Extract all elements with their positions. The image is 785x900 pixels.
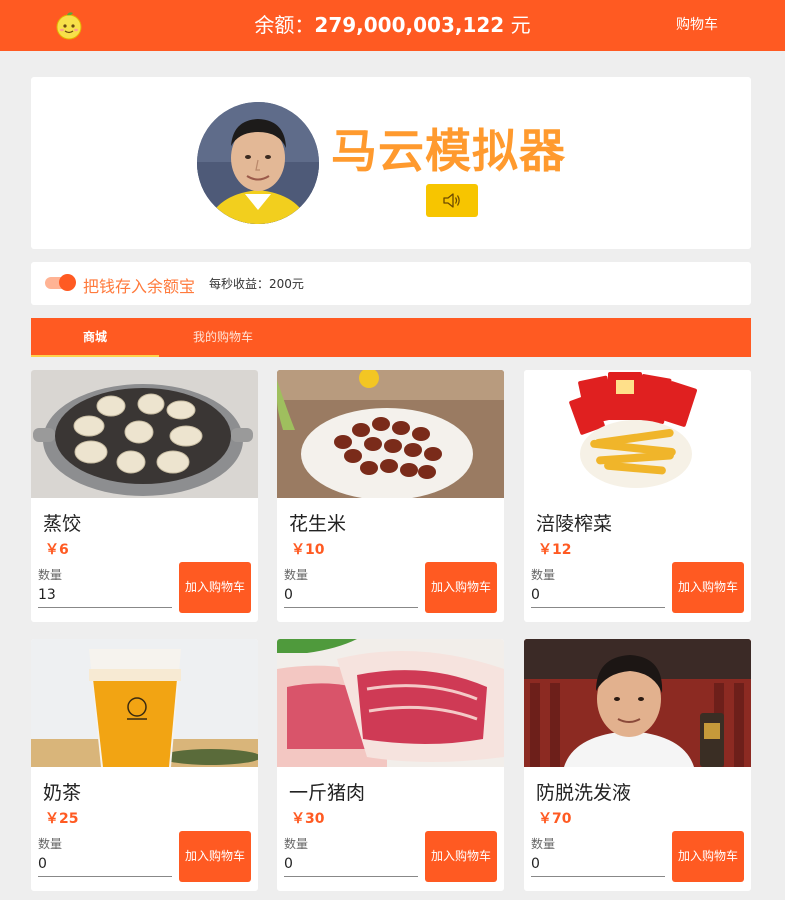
quantity-label: 数量 (38, 568, 63, 582)
balance-unit: 元 (504, 13, 531, 37)
quantity-input[interactable] (38, 851, 172, 877)
page-title: 马云模拟器 (331, 124, 566, 178)
add-to-cart-button[interactable]: 加入购物车 (425, 562, 497, 613)
product-image-dumplings (31, 370, 258, 498)
product-price: ￥6 (45, 542, 69, 558)
quantity-input[interactable] (284, 582, 418, 608)
product-price: ￥10 (291, 542, 325, 558)
product-image-pork (277, 639, 504, 767)
sound-button[interactable] (426, 184, 478, 217)
avatar (197, 102, 319, 224)
product-name: 一斤猪肉 (289, 782, 366, 804)
savings-toggle-label[interactable]: 把钱存入余额宝 (83, 273, 195, 297)
product-image-shampoo (524, 639, 751, 767)
quantity-label: 数量 (284, 837, 309, 851)
quantity-input[interactable] (531, 582, 665, 608)
product-price: ￥70 (538, 811, 572, 827)
add-to-cart-button[interactable]: 加入购物车 (672, 831, 744, 882)
product-card: 奶茶 ￥25 数量 加入购物车 (31, 639, 258, 891)
product-name: 防脱洗发液 (536, 782, 632, 804)
quantity-input[interactable] (284, 851, 418, 877)
product-image-pickles (524, 370, 751, 498)
product-card: 花生米 ￥10 数量 加入购物车 (277, 370, 504, 622)
cart-link[interactable]: 购物车 (662, 0, 732, 51)
add-to-cart-button[interactable]: 加入购物车 (672, 562, 744, 613)
product-price: ￥12 (538, 542, 572, 558)
product-name: 蒸饺 (43, 513, 82, 535)
quantity-input[interactable] (531, 851, 665, 877)
balance-prefix: 余额： (254, 13, 315, 37)
product-image-peanuts (277, 370, 504, 498)
quantity-label: 数量 (531, 837, 556, 851)
product-price: ￥30 (291, 811, 325, 827)
tab-bar: 商城 我的购物车 (31, 318, 751, 357)
product-card: 防脱洗发液 ￥70 数量 加入购物车 (524, 639, 751, 891)
balance-value: 279,000,003,122 (314, 13, 505, 37)
quantity-label: 数量 (531, 568, 556, 582)
product-card: 涪陵榨菜 ￥12 数量 加入购物车 (524, 370, 751, 622)
toggle-knob (59, 274, 76, 291)
tab-my-cart[interactable]: 我的购物车 (159, 318, 287, 357)
quantity-label: 数量 (284, 568, 309, 582)
product-price: ￥25 (45, 811, 79, 827)
add-to-cart-button[interactable]: 加入购物车 (425, 831, 497, 882)
product-card: 一斤猪肉 ￥30 数量 加入购物车 (277, 639, 504, 891)
product-image-milk-tea (31, 639, 258, 767)
earnings-per-second: 每秒收益：200元 (209, 277, 304, 291)
product-card: 蒸饺 ￥6 数量 加入购物车 (31, 370, 258, 622)
add-to-cart-button[interactable]: 加入购物车 (179, 562, 251, 613)
savings-toggle[interactable] (45, 274, 76, 291)
lemon-face-icon[interactable] (54, 11, 84, 41)
tab-shop[interactable]: 商城 (31, 318, 159, 357)
quantity-label: 数量 (38, 837, 63, 851)
hero-card: 马云模拟器 (31, 77, 751, 249)
add-to-cart-button[interactable]: 加入购物车 (179, 831, 251, 882)
product-name: 奶茶 (43, 782, 82, 804)
top-bar: 余额：279,000,003,122 元 购物车 (0, 0, 785, 51)
product-name: 涪陵榨菜 (536, 513, 613, 535)
savings-bar: 把钱存入余额宝 每秒收益：200元 (31, 262, 751, 305)
quantity-input[interactable] (38, 582, 172, 608)
product-name: 花生米 (289, 513, 347, 535)
